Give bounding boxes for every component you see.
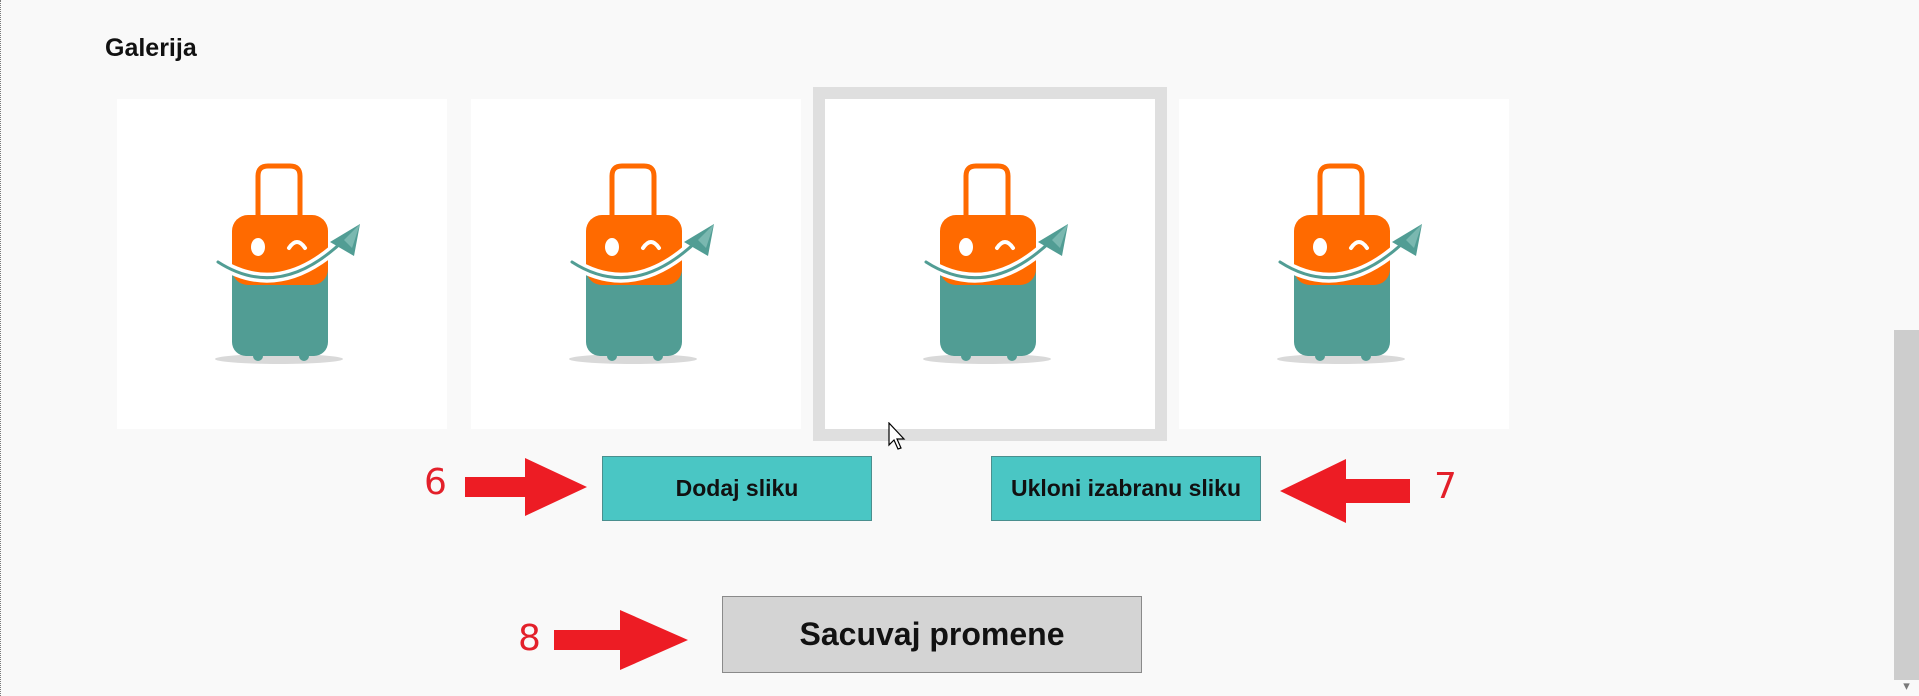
- annotation-number-8: 8: [518, 618, 541, 659]
- suitcase-mascot-icon: [162, 144, 402, 384]
- gallery-image[interactable]: [117, 99, 447, 429]
- remove-selected-image-button[interactable]: Ukloni izabranu sliku: [991, 456, 1261, 521]
- suitcase-mascot-icon: [1224, 144, 1464, 384]
- suitcase-mascot-icon: [870, 144, 1110, 384]
- arrow-right-icon: [554, 610, 688, 670]
- annotation-number-6: 6: [424, 462, 447, 503]
- gallery-image[interactable]: [1179, 99, 1509, 429]
- annotation-number-7: 7: [1434, 466, 1457, 507]
- add-image-button[interactable]: Dodaj sliku: [602, 456, 872, 521]
- gallery-image[interactable]: [471, 99, 801, 429]
- mouse-cursor-icon: [888, 422, 906, 450]
- scrollbar-thumb[interactable]: [1894, 330, 1919, 680]
- suitcase-mascot-icon: [516, 144, 756, 384]
- window-edge: [0, 0, 2, 696]
- scroll-down-arrow-icon[interactable]: ▾: [1898, 678, 1915, 695]
- arrow-left-icon: [1280, 459, 1410, 523]
- save-changes-button[interactable]: Sacuvaj promene: [722, 596, 1142, 673]
- arrow-right-icon: [465, 458, 587, 516]
- gallery-image-selected[interactable]: [813, 87, 1167, 441]
- gallery-title: Galerija: [105, 34, 197, 62]
